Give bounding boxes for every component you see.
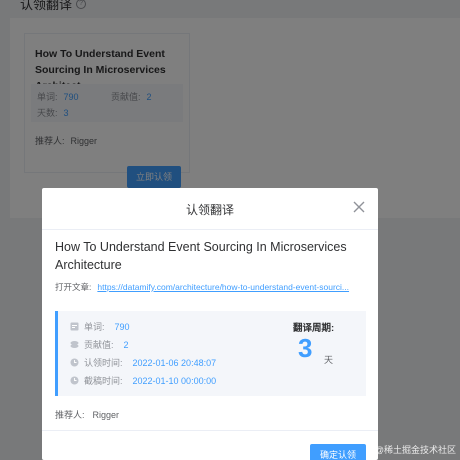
word-count-icon xyxy=(70,322,79,331)
translation-cycle-unit: 天 xyxy=(324,355,334,365)
article-title: How To Understand Event Sourcing In Micr… xyxy=(55,240,347,272)
clock-icon xyxy=(70,358,79,367)
info-deadline: 截稿时间: 2022-01-10 00:00:00 xyxy=(70,374,216,387)
coins-icon xyxy=(70,341,79,348)
translation-cycle-label: 翻译周期: xyxy=(293,323,335,334)
open-article-row: 打开文章: https://datamify.com/architecture/h… xyxy=(55,282,350,292)
info-box: 单词: 790 贡献值: 2 认领时间: 2022-01-06 20:48:07 截稿… xyxy=(55,311,366,396)
article-link[interactable]: https://datamify.com/architecture/how-to… xyxy=(97,282,349,292)
dialog-title: 认领翻译 xyxy=(185,203,234,217)
dialog-footer-divider xyxy=(42,430,378,431)
close-icon[interactable] xyxy=(352,200,366,214)
info-contribution: 贡献值: 2 xyxy=(70,338,129,351)
info-words: 单词: 790 xyxy=(70,320,130,333)
info-claim-time: 认领时间: 2022-01-06 20:48:07 xyxy=(70,356,216,369)
watermark: @稀土掘金技术社区 xyxy=(374,445,456,455)
clock-icon xyxy=(70,376,79,385)
translation-cycle-value: 3 xyxy=(298,333,313,363)
dialog-recommender: 推荐人: Rigger xyxy=(55,410,120,420)
dialog-header: 认领翻译 xyxy=(42,188,378,230)
confirm-claim-button[interactable]: 确定认领 xyxy=(310,444,366,460)
claim-translation-dialog: 认领翻译 How To Understand Event Sourcing In… xyxy=(42,188,378,460)
